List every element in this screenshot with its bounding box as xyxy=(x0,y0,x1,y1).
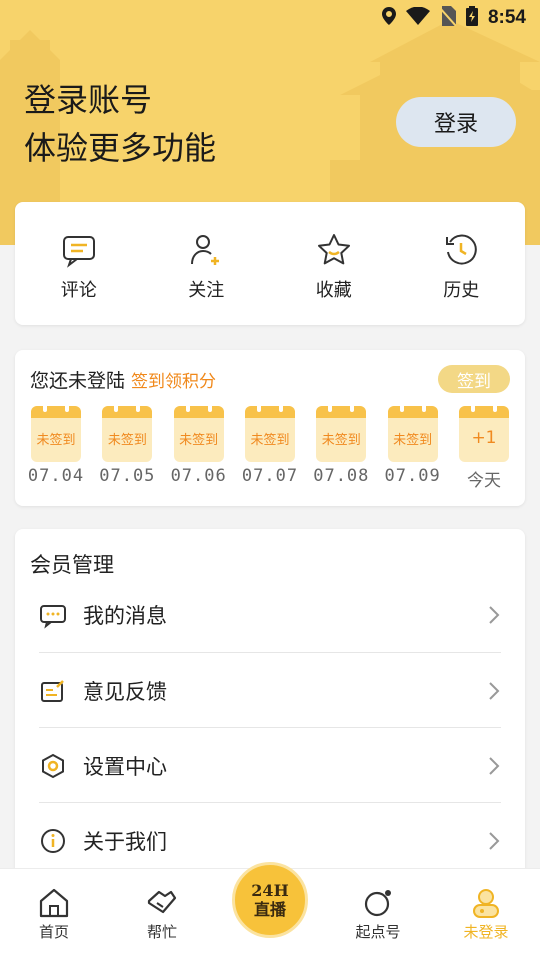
checkin-day-date: 07.07 xyxy=(241,466,299,486)
checkin-day-status: +1 xyxy=(471,428,497,448)
settings-icon xyxy=(42,753,64,778)
location-icon xyxy=(381,6,396,30)
checkin-title: 您还未登陆 签到领积分 xyxy=(30,366,216,393)
calendar-icon: 未签到 xyxy=(102,406,153,462)
checkin-day-date: 07.05 xyxy=(99,466,156,486)
wifi-icon xyxy=(405,6,430,30)
home-icon xyxy=(39,888,69,918)
nav-label: 未登录 xyxy=(463,923,509,941)
checkin-days: 未签到 07.04 未签到 07.05 未签到 07.06 未签到 07.07 未签到 0… xyxy=(23,406,517,491)
checkin-day-status: 未签到 xyxy=(250,432,290,448)
user-avatar-icon xyxy=(473,889,499,918)
checkin-day-date: 07.08 xyxy=(313,466,370,486)
checkin-day-status: 未签到 xyxy=(179,432,219,448)
feedback-icon xyxy=(41,679,64,702)
checkin-subtitle: 签到领积分 xyxy=(131,372,217,392)
calendar-icon: 未签到 xyxy=(316,406,367,462)
checkin-day[interactable]: 未签到 07.04 xyxy=(23,406,89,491)
nav-qidian[interactable]: 起点号 xyxy=(324,869,432,960)
qidian-icon xyxy=(364,890,391,917)
quick-action-label: 收藏 xyxy=(315,280,352,301)
quick-actions-card: 评论 关注 收藏 历史 xyxy=(15,202,525,325)
login-prompt: 登录账号 体验更多功能 xyxy=(24,76,216,172)
follow-user-icon xyxy=(191,235,220,265)
login-prompt-line2: 体验更多功能 xyxy=(24,129,217,167)
history-icon xyxy=(446,234,477,265)
menu-item-label: 关于我们 xyxy=(83,829,167,854)
member-management-card: 会员管理 我的消息 意见反馈 设置中心 关于我们 xyxy=(15,529,525,889)
handshake-icon xyxy=(147,890,177,914)
status-bar: 8:54 xyxy=(0,0,540,36)
calendar-icon: 未签到 xyxy=(31,406,81,462)
login-prompt-line1: 登录账号 xyxy=(24,81,153,119)
nav-label: 起点号 xyxy=(355,923,401,941)
checkin-day-date: 07.04 xyxy=(27,466,85,486)
checkin-day-date: 07.09 xyxy=(384,466,441,486)
live-24h-button[interactable]: 24H 直播 xyxy=(232,862,308,938)
nav-home[interactable]: 首页 xyxy=(0,869,108,960)
calendar-icon: 未签到 xyxy=(244,406,295,462)
star-icon xyxy=(317,234,350,265)
checkin-card: 您还未登陆 签到领积分 签到 未签到 07.04 未签到 07.05 未签到 07.06… xyxy=(15,350,525,506)
nav-label: 首页 xyxy=(38,923,69,941)
checkin-day-status: 未签到 xyxy=(36,432,76,448)
calendar-icon: 未签到 xyxy=(387,406,438,462)
menu-item-settings[interactable]: 设置中心 xyxy=(39,728,501,803)
checkin-day[interactable]: 未签到 07.06 xyxy=(166,406,232,491)
checkin-day-status: 未签到 xyxy=(321,432,361,448)
menu-item-label: 意见反馈 xyxy=(83,679,167,704)
live-line1: 24H xyxy=(251,881,289,900)
checkin-day-date: 07.06 xyxy=(170,466,227,486)
live-line2: 直播 xyxy=(253,900,286,919)
checkin-day[interactable]: 未签到 07.09 xyxy=(380,406,446,491)
chevron-right-icon xyxy=(489,605,500,624)
calendar-icon: +1 xyxy=(458,406,509,462)
quick-action-label: 评论 xyxy=(60,280,97,301)
status-time: 8:54 xyxy=(487,7,526,28)
calendar-icon: 未签到 xyxy=(173,406,224,462)
quick-action-follow[interactable]: 关注 xyxy=(143,202,271,325)
quick-action-label: 历史 xyxy=(443,280,480,301)
checkin-day[interactable]: 未签到 07.08 xyxy=(308,406,374,491)
menu-item-feedback[interactable]: 意见反馈 xyxy=(39,653,501,728)
checkin-day[interactable]: 未签到 07.05 xyxy=(94,406,160,491)
checkin-button[interactable]: 签到 xyxy=(438,365,510,393)
quick-action-history[interactable]: 历史 xyxy=(398,202,526,325)
quick-action-favorite[interactable]: 收藏 xyxy=(270,202,398,325)
comment-icon xyxy=(62,236,95,268)
checkin-day[interactable]: 未签到 07.07 xyxy=(237,406,303,491)
nav-label: 帮忙 xyxy=(146,923,177,941)
battery-charging-icon xyxy=(465,5,478,31)
checkin-day-status: 未签到 xyxy=(107,432,147,448)
member-title: 会员管理 xyxy=(30,553,114,577)
no-sim-icon xyxy=(439,5,457,31)
info-icon xyxy=(41,828,65,853)
chevron-right-icon xyxy=(489,831,500,850)
quick-action-comment[interactable]: 评论 xyxy=(15,202,143,325)
checkin-day-date: 今天 xyxy=(466,471,501,491)
checkin-day-today[interactable]: +1 今天 xyxy=(451,406,517,491)
chevron-right-icon xyxy=(489,681,500,700)
login-button[interactable]: 登录 xyxy=(396,97,516,147)
quick-action-label: 关注 xyxy=(188,280,225,301)
menu-item-label: 设置中心 xyxy=(83,754,167,779)
chevron-right-icon xyxy=(489,756,500,775)
checkin-login-status: 您还未登陆 xyxy=(30,370,126,392)
menu-item-label: 我的消息 xyxy=(83,603,167,628)
message-icon xyxy=(40,604,66,629)
checkin-day-status: 未签到 xyxy=(393,432,433,448)
nav-profile[interactable]: 未登录 xyxy=(432,869,540,960)
nav-help[interactable]: 帮忙 xyxy=(108,869,216,960)
menu-item-messages[interactable]: 我的消息 xyxy=(39,577,501,652)
